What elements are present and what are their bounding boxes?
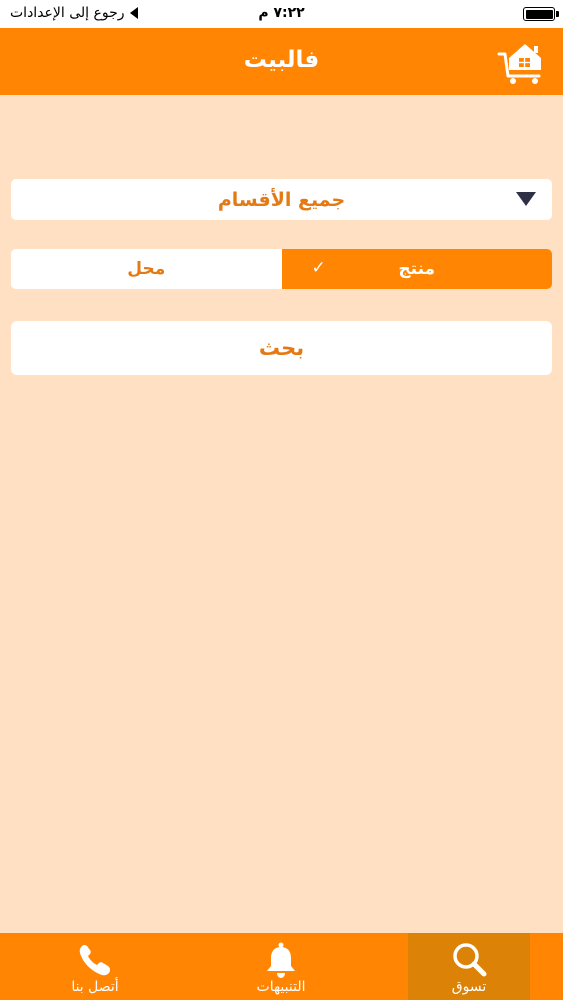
segment-product[interactable]: ✓ منتج: [281, 249, 552, 289]
search-button-label: بحث: [258, 336, 305, 360]
search-button[interactable]: بحث: [11, 321, 552, 375]
search-icon: [453, 943, 487, 977]
tab-notifications-label: التنبيهات: [256, 979, 306, 995]
segment-store[interactable]: محل: [11, 249, 282, 289]
segment-product-label: منتج: [398, 259, 436, 279]
search-type-segmented-control: محل ✓ منتج: [11, 249, 552, 289]
app-header: فالبيت: [0, 28, 563, 95]
category-dropdown-value: جميع الأقسام: [217, 188, 346, 211]
cart-home-icon[interactable]: [497, 40, 545, 86]
tab-shop-label: تسوق: [451, 979, 487, 995]
category-dropdown[interactable]: جميع الأقسام: [11, 179, 552, 220]
checkmark-icon: ✓: [311, 258, 326, 278]
page-title: فالبيت: [243, 47, 320, 73]
status-bar: رجوع إلى الإعدادات ٧:٢٢ م: [0, 0, 563, 28]
bell-icon: [267, 942, 295, 978]
tab-contact-us[interactable]: أتصل بنا: [34, 933, 156, 1000]
tab-shop[interactable]: تسوق: [408, 933, 530, 1000]
phone-icon: [79, 945, 110, 976]
tab-contact-us-label: أتصل بنا: [71, 979, 119, 995]
battery-icon: [523, 7, 559, 21]
status-time: ٧:٢٢ م: [258, 5, 305, 21]
tab-bar: أتصل بنا التنبيهات تسوق: [0, 933, 563, 1000]
tab-notifications[interactable]: التنبيهات: [220, 933, 342, 1000]
dropdown-arrow-icon: [516, 192, 536, 206]
segment-store-label: محل: [127, 259, 166, 279]
